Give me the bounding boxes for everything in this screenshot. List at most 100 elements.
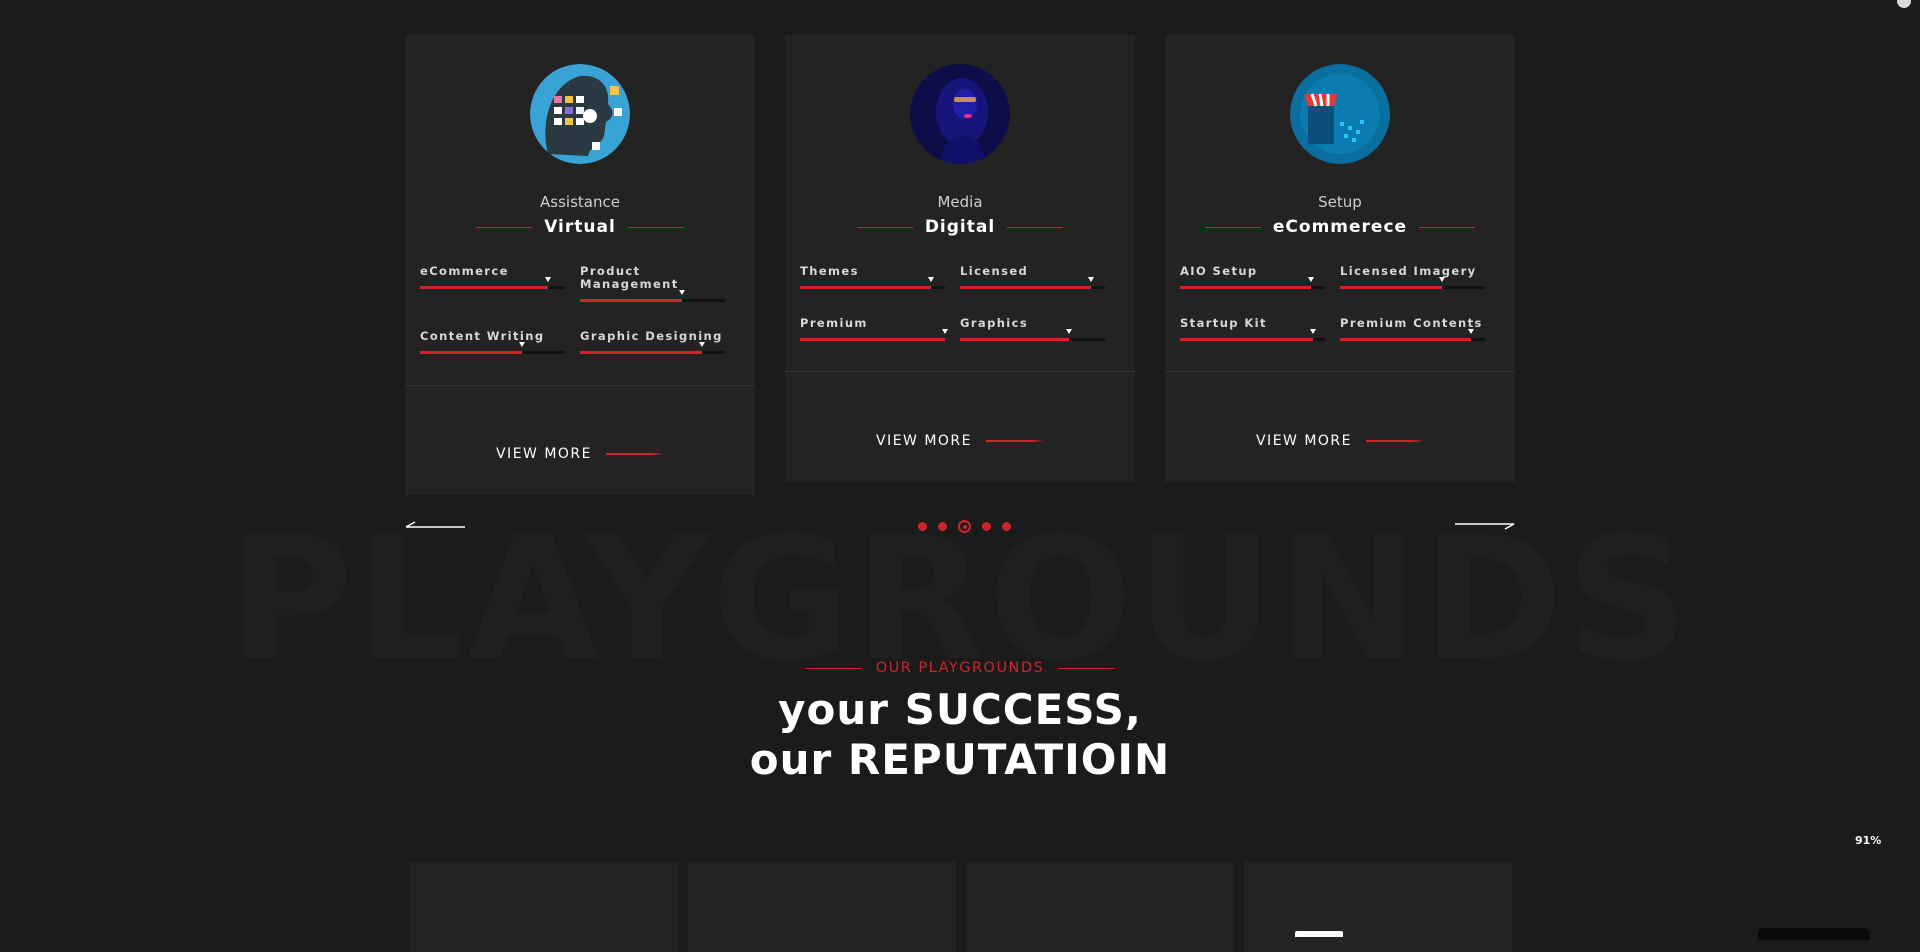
- playground-thumbnail[interactable]: [1244, 862, 1512, 952]
- skill-item: Graphic Designing: [580, 330, 725, 354]
- playground-thumbnail[interactable]: [688, 862, 956, 952]
- skill-bar: [420, 342, 565, 354]
- view-more-link[interactable]: VIEW MORE: [405, 446, 755, 462]
- skill-marker: [698, 342, 705, 347]
- view-more-link[interactable]: VIEW MORE: [785, 433, 1135, 449]
- digital-media-icon: [910, 64, 1010, 164]
- skill-bar: [1340, 329, 1485, 341]
- skill-bar: [800, 277, 945, 289]
- skill-item: AIO Setup: [1180, 264, 1325, 289]
- skill-marker: [1065, 329, 1072, 334]
- section-kicker: OUR PLAYGROUNDS: [0, 660, 1920, 676]
- carousel-dot[interactable]: [982, 522, 991, 531]
- carousel-dot[interactable]: [958, 520, 971, 533]
- carousel-dot[interactable]: [918, 522, 927, 531]
- skill-bar: [580, 290, 725, 302]
- skill-item: Graphics: [960, 316, 1105, 341]
- view-more-link[interactable]: VIEW MORE: [1165, 433, 1515, 449]
- carousel-dot[interactable]: [938, 522, 947, 531]
- card-title: Digital: [924, 217, 996, 237]
- title-line-left: [1204, 226, 1261, 228]
- skill-item: Licensed: [960, 264, 1105, 289]
- service-card-ecommerce: Setup eCommerece AIO Setup Licensed Imag…: [1165, 35, 1515, 482]
- view-more-line: [986, 440, 1045, 442]
- playground-thumbnail[interactable]: [410, 862, 678, 952]
- title-line-left: [476, 226, 533, 228]
- skill-bar-fill: [420, 351, 522, 354]
- thumbnail-inner: [975, 871, 1225, 952]
- title-line-right: [1007, 226, 1064, 228]
- skill-bar-fill: [800, 338, 945, 341]
- skill-item: Themes: [800, 264, 945, 289]
- skill-bar-fill: [1340, 286, 1442, 289]
- skill-bar: [960, 277, 1105, 289]
- skill-bar: [1180, 329, 1325, 341]
- skill-item: Product Management: [580, 265, 725, 302]
- card-title: Virtual: [544, 217, 616, 237]
- card-divider: [1165, 371, 1515, 372]
- skill-item: Premium: [800, 316, 948, 341]
- skill-bar: [1180, 277, 1325, 289]
- view-more-label: VIEW MORE: [875, 433, 973, 449]
- skill-item: Licensed Imagery: [1340, 264, 1485, 289]
- section-headline: your SUCCESS, our REPUTATIOIN: [0, 685, 1920, 785]
- thumbnail-inner: [1253, 871, 1503, 952]
- headline-line-2: our REPUTATIOIN: [749, 735, 1171, 784]
- headline-line-1: your SUCCESS,: [778, 685, 1142, 734]
- kicker-line-left: [805, 667, 862, 669]
- skill-bar: [960, 329, 1105, 341]
- card-title-row: Virtual: [405, 217, 755, 237]
- chat-widget-button[interactable]: [1758, 928, 1870, 940]
- services-carousel: Assistance Virtual eCommerce Product Man…: [405, 35, 1515, 495]
- card-divider: [785, 371, 1135, 372]
- card-category: Media: [937, 193, 983, 211]
- thumbnail-inner: [697, 871, 947, 952]
- playground-thumbnail[interactable]: [966, 862, 1234, 952]
- thumbnail-glyph: [1295, 931, 1343, 937]
- carousel-next-arrow-icon[interactable]: [1455, 520, 1515, 530]
- view-more-label: VIEW MORE: [1255, 433, 1353, 449]
- skill-bar-fill: [1180, 286, 1311, 289]
- skill-label: Licensed Imagery: [1340, 264, 1477, 278]
- skill-bar: [420, 277, 565, 289]
- skill-bar-fill: [1340, 338, 1471, 341]
- skill-item: eCommerce: [420, 264, 565, 289]
- card-category: Assistance: [540, 193, 620, 211]
- skill-marker: [1310, 329, 1317, 334]
- playground-thumbnails: [410, 862, 1512, 952]
- skill-label: AIO Setup: [1180, 264, 1258, 278]
- skill-bar-fill: [580, 299, 682, 302]
- skill-item: Premium Contents: [1340, 316, 1485, 341]
- skill-item: Content Writing: [420, 329, 565, 354]
- skill-label: Themes: [800, 264, 859, 278]
- skill-marker: [544, 277, 551, 282]
- zoom-indicator: 91%: [1855, 834, 1882, 847]
- skill-bar: [1340, 277, 1485, 289]
- skill-marker: [927, 277, 934, 282]
- skill-bar-fill: [580, 351, 702, 354]
- carousel-prev-arrow-icon[interactable]: [405, 520, 465, 530]
- skill-label: Premium: [800, 316, 868, 330]
- skill-label: eCommerce: [420, 264, 509, 278]
- skill-marker: [1087, 277, 1094, 282]
- scroll-corner-indicator: [1897, 0, 1911, 8]
- skill-label: Licensed: [960, 264, 1029, 278]
- skill-bar-fill: [1180, 338, 1314, 341]
- card-title-row: Digital: [785, 217, 1135, 237]
- card-divider: [405, 385, 755, 386]
- carousel-pagination: [918, 520, 1011, 533]
- thumbnail-inner: [419, 871, 669, 952]
- card-category: Setup: [1318, 193, 1362, 211]
- skill-marker: [678, 290, 685, 295]
- view-more-label: VIEW MORE: [495, 446, 593, 462]
- skill-marker: [518, 342, 525, 347]
- skill-bar-fill: [800, 286, 931, 289]
- kicker-line-right: [1058, 667, 1115, 669]
- skill-label: Premium Contents: [1340, 316, 1483, 330]
- skill-label: Content Writing: [420, 329, 545, 343]
- carousel-dot[interactable]: [1002, 522, 1011, 531]
- title-line-left: [856, 226, 913, 228]
- skill-label: Graphics: [960, 316, 1029, 330]
- virtual-assistant-icon: [530, 64, 630, 164]
- skill-marker: [1438, 277, 1445, 282]
